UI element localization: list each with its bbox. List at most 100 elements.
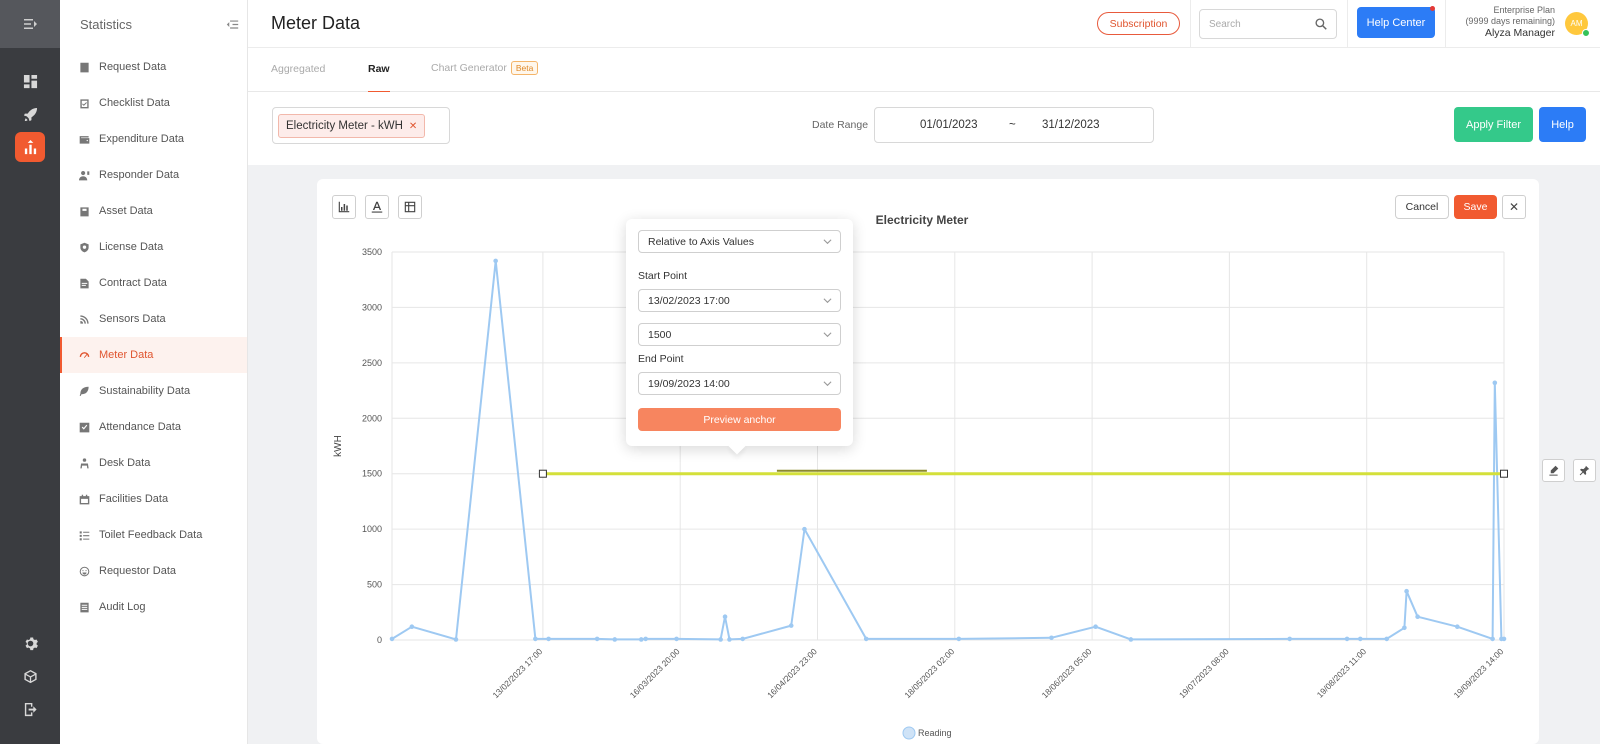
search-icon[interactable] — [1315, 18, 1327, 30]
sidebar-item-desk-data[interactable]: Desk Data — [60, 445, 247, 481]
apply-filter-button[interactable]: Apply Filter — [1454, 107, 1533, 142]
x-tick-label: 16/04/2023 23:00 — [765, 646, 819, 700]
tab-chart-generator[interactable]: Chart Generator Beta — [431, 61, 539, 75]
top-header: Meter Data Subscription Search Help Cent… — [248, 0, 1600, 48]
meter-select[interactable]: Electricity Meter - kWH ✕ — [272, 107, 450, 144]
sidebar-item-toilet-feedback-data[interactable]: Toilet Feedback Data — [60, 517, 247, 553]
table-icon — [404, 201, 416, 213]
end-point-select[interactable]: 19/09/2023 14:00 — [638, 372, 841, 395]
notification-dot — [1430, 6, 1435, 11]
pin-icon — [1579, 465, 1590, 476]
data-point — [1093, 624, 1098, 629]
date-separator: ~ — [1009, 119, 1016, 131]
tab-chart-generator-label: Chart Generator — [431, 62, 507, 74]
pin-anchor-button[interactable] — [1573, 459, 1596, 482]
rail-modules[interactable] — [15, 661, 45, 691]
view-tabs: Aggregated Raw Chart Generator Beta — [248, 48, 1600, 93]
sidebar-item-meter-data[interactable]: Meter Data — [60, 337, 247, 373]
sidebar-item-sensors-data[interactable]: Sensors Data — [60, 301, 247, 337]
text-format-icon — [371, 201, 383, 213]
data-point — [727, 637, 732, 642]
y-tick-label: 0 — [377, 635, 382, 645]
sidebar-item-asset-data[interactable]: Asset Data — [60, 193, 247, 229]
cancel-button[interactable]: Cancel — [1395, 195, 1449, 219]
leaf-icon — [79, 386, 89, 396]
chart-card: Electricity Meter 0 500 1000 1500 2000 2500 300… — [317, 179, 1539, 744]
y-tick-label: 2000 — [362, 413, 382, 423]
data-point — [722, 614, 728, 620]
filter-bar: Electricity Meter - kWH ✕ Date Range 01/… — [248, 92, 1600, 165]
logout-icon — [24, 702, 37, 716]
anchor-start-handle — [538, 469, 547, 478]
gear-icon — [25, 637, 38, 650]
help-button[interactable]: Help — [1539, 107, 1586, 142]
sidebar-item-requestor-data[interactable]: Requestor Data — [60, 553, 247, 589]
anchor-mode-select[interactable]: Relative to Axis Values — [638, 230, 841, 253]
preview-anchor-button[interactable]: Preview anchor — [638, 408, 841, 431]
y-value-select[interactable]: 1500 — [638, 323, 841, 346]
legend-label: Reading — [918, 728, 952, 738]
close-icon: ✕ — [1508, 200, 1520, 214]
series-line-reading — [391, 259, 1504, 641]
remove-chip-icon[interactable]: ✕ — [409, 121, 417, 132]
data-point — [638, 637, 644, 642]
meter-chip-label: Electricity Meter - kWH — [286, 120, 403, 132]
sidebar-item-attendance-data[interactable]: Attendance Data — [60, 409, 247, 445]
rail-statistics[interactable] — [15, 132, 45, 162]
sidebar-item-expenditure-data[interactable]: Expenditure Data — [60, 121, 247, 157]
tab-aggregated[interactable]: Aggregated — [271, 63, 325, 75]
start-point-select[interactable]: 13/02/2023 17:00 — [638, 289, 841, 312]
table-view-button[interactable] — [398, 195, 422, 219]
date-end[interactable]: 31/12/2023 — [1042, 119, 1100, 131]
data-point — [1501, 636, 1507, 642]
chevron-down-icon — [823, 298, 832, 304]
header-divider — [1347, 0, 1348, 48]
data-point — [594, 636, 600, 642]
search-input[interactable]: Search — [1199, 9, 1337, 39]
rail-settings[interactable] — [15, 628, 45, 658]
subscription-button[interactable]: Subscription — [1097, 12, 1180, 35]
sidebar-item-contract-data[interactable]: Contract Data — [60, 265, 247, 301]
collapse-sidebar-icon[interactable] — [226, 18, 239, 31]
data-point — [612, 637, 618, 642]
chevron-down-icon — [823, 381, 832, 387]
text-style-button[interactable] — [365, 195, 389, 219]
sidebar-item-label: Checklist Data — [99, 97, 170, 109]
help-center-button[interactable]: Help Center — [1357, 6, 1435, 38]
rail-toggle[interactable] — [0, 0, 60, 48]
sidebar-item-audit-log[interactable]: Audit Log — [60, 589, 247, 625]
rocket-icon — [23, 107, 37, 121]
statistics-icon — [24, 139, 36, 154]
data-point — [1490, 636, 1495, 642]
date-range-picker[interactable]: 01/01/2023 ~ 31/12/2023 — [874, 107, 1154, 143]
sidebar-item-license-data[interactable]: License Data — [60, 229, 247, 265]
y-tick-label: 1500 — [362, 469, 382, 479]
sidebar-item-label: Toilet Feedback Data — [99, 529, 203, 541]
gauge-icon — [79, 351, 89, 358]
avatar[interactable]: AM — [1565, 12, 1590, 37]
chevron-down-icon — [823, 332, 832, 338]
sidebar-item-label: Contract Data — [99, 277, 167, 289]
edit-anchor-button[interactable] — [1542, 459, 1565, 482]
chart-type-button[interactable] — [332, 195, 356, 219]
sidebar-title: Statistics — [80, 16, 133, 32]
close-chart-button[interactable]: ✕ — [1502, 195, 1526, 219]
data-point — [453, 637, 459, 642]
rail-dashboard[interactable] — [15, 66, 45, 96]
tab-raw[interactable]: Raw — [368, 63, 390, 93]
sidebar-item-request-data[interactable]: Request Data — [60, 49, 247, 85]
sidebar-item-checklist-data[interactable]: Checklist Data — [60, 85, 247, 121]
data-point — [546, 636, 551, 642]
sidebar-item-sustainability-data[interactable]: Sustainability Data — [60, 373, 247, 409]
sidebar-item-responder-data[interactable]: Responder Data — [60, 157, 247, 193]
save-button[interactable]: Save — [1454, 195, 1497, 219]
rail-logout[interactable] — [15, 694, 45, 724]
anchor-mode-value: Relative to Axis Values — [648, 235, 755, 248]
rail-launch[interactable] — [15, 99, 45, 129]
sidebar-item-facilities-data[interactable]: Facilities Data — [60, 481, 247, 517]
x-tick-label: 18/06/2023 05:00 — [1040, 646, 1094, 700]
sidebar-item-label: Facilities Data — [99, 493, 169, 505]
data-point — [718, 637, 723, 642]
date-start[interactable]: 01/01/2023 — [920, 119, 978, 131]
start-point-value: 13/02/2023 17:00 — [648, 294, 730, 307]
